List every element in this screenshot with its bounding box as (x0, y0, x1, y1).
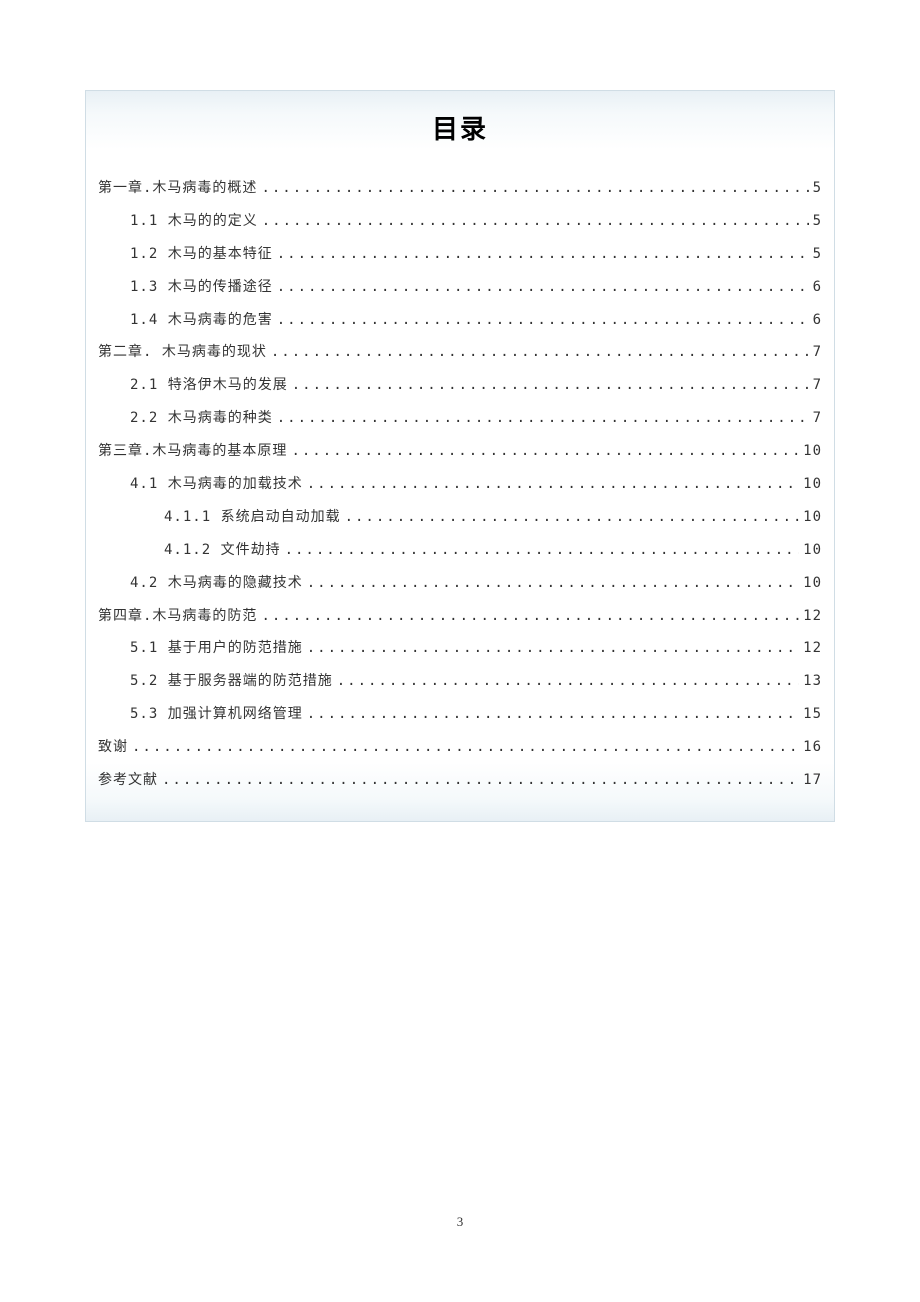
toc-entry-label: 2.2 木马病毒的种类 (130, 402, 273, 435)
toc-entry-page: 13 (803, 665, 822, 698)
toc-dots (277, 271, 809, 304)
toc-dots (132, 731, 799, 764)
toc-dots (277, 238, 809, 271)
toc-dots (291, 435, 799, 468)
toc-entry-label: 4.1.1 系统启动自动加载 (164, 501, 341, 534)
toc-entry: 参考文献 17 (86, 764, 834, 797)
toc-dots (307, 632, 799, 665)
toc-container: 目录 第一章.木马病毒的概述51.1 木马的的定义51.2 木马的基本特征51.… (85, 90, 835, 822)
toc-entry: 5.1 基于用户的防范措施 12 (86, 632, 834, 665)
toc-entry-label: 4.1.2 文件劫持 (164, 534, 281, 567)
toc-entry: 第二章. 木马病毒的现状 7 (86, 336, 834, 369)
toc-entry-label: 1.3 木马的传播途径 (130, 271, 273, 304)
toc-entry-label: 1.2 木马的基本特征 (130, 238, 273, 271)
page-number: 3 (0, 1214, 920, 1230)
toc-entry: 4.1.2 文件劫持 10 (86, 534, 834, 567)
toc-dots (307, 698, 799, 731)
toc-entry: 2.1 特洛伊木马的发展 7 (86, 369, 834, 402)
toc-entry-label: 1.1 木马的的定义 (130, 205, 258, 238)
toc-entry-label: 5.2 基于服务器端的防范措施 (130, 665, 333, 698)
toc-entry-label: 5.1 基于用户的防范措施 (130, 632, 303, 665)
toc-dots (292, 369, 809, 402)
toc-entry-label: 第四章.木马病毒的防范 (98, 600, 257, 633)
toc-entry-page: 5 (813, 238, 822, 271)
toc-entry-label: 致谢 (98, 731, 128, 764)
toc-entry-label: 参考文献 (98, 764, 158, 797)
toc-entry-page: 7 (813, 402, 822, 435)
toc-entry-page: 7 (813, 336, 822, 369)
toc-dots (277, 304, 809, 337)
toc-entry: 第四章.木马病毒的防范 12 (86, 600, 834, 633)
toc-dots (261, 172, 808, 205)
toc-entry-page: 10 (803, 468, 822, 501)
toc-list: 第一章.木马病毒的概述51.1 木马的的定义51.2 木马的基本特征51.3 木… (86, 172, 834, 797)
toc-entry-page: 17 (803, 764, 822, 797)
toc-dots (277, 402, 809, 435)
toc-entry-page: 10 (803, 435, 822, 468)
toc-entry-label: 2.1 特洛伊木马的发展 (130, 369, 288, 402)
toc-entry-label: 第三章.木马病毒的基本原理 (98, 435, 287, 468)
toc-entry: 2.2 木马病毒的种类 7 (86, 402, 834, 435)
toc-entry-label: 5.3 加强计算机网络管理 (130, 698, 303, 731)
toc-entry-page: 6 (813, 271, 822, 304)
toc-entry: 4.1 木马病毒的加载技术 10 (86, 468, 834, 501)
toc-entry-page: 5 (813, 172, 822, 205)
toc-entry: 5.2 基于服务器端的防范措施 13 (86, 665, 834, 698)
toc-entry-page: 12 (803, 632, 822, 665)
toc-entry: 1.1 木马的的定义 5 (86, 205, 834, 238)
document-page: 目录 第一章.木马病毒的概述51.1 木马的的定义51.2 木马的基本特征51.… (0, 0, 920, 822)
toc-entry: 1.2 木马的基本特征 5 (86, 238, 834, 271)
toc-entry-label: 1.4 木马病毒的危害 (130, 304, 273, 337)
toc-dots (162, 764, 799, 797)
toc-entry: 1.4 木马病毒的危害 6 (86, 304, 834, 337)
toc-entry: 致谢 16 (86, 731, 834, 764)
toc-dots (307, 567, 799, 600)
toc-dots (337, 665, 799, 698)
toc-entry-label: 4.1 木马病毒的加载技术 (130, 468, 303, 501)
toc-entry-label: 4.2 木马病毒的隐藏技术 (130, 567, 303, 600)
toc-entry-page: 10 (803, 534, 822, 567)
toc-dots (345, 501, 800, 534)
toc-entry: 5.3 加强计算机网络管理 15 (86, 698, 834, 731)
toc-entry-page: 7 (813, 369, 822, 402)
toc-entry-page: 5 (813, 205, 822, 238)
toc-dots (262, 205, 809, 238)
toc-entry-page: 15 (803, 698, 822, 731)
toc-entry-page: 16 (803, 731, 822, 764)
toc-entry-page: 12 (803, 600, 822, 633)
toc-title: 目录 (86, 109, 834, 146)
toc-entry-label: 第一章.木马病毒的概述 (98, 172, 257, 205)
toc-dots (261, 600, 799, 633)
toc-entry: 4.2 木马病毒的隐藏技术 10 (86, 567, 834, 600)
toc-entry: 4.1.1 系统启动自动加载 10 (86, 501, 834, 534)
toc-entry-page: 10 (803, 567, 822, 600)
toc-entry: 第三章.木马病毒的基本原理 10 (86, 435, 834, 468)
toc-entry-page: 10 (803, 501, 822, 534)
toc-dots (285, 534, 800, 567)
toc-entry: 1.3 木马的传播途径 6 (86, 271, 834, 304)
toc-entry-page: 6 (813, 304, 822, 337)
toc-entry-label: 第二章. 木马病毒的现状 (98, 336, 267, 369)
toc-dots (307, 468, 799, 501)
toc-entry: 第一章.木马病毒的概述 5 (86, 172, 834, 205)
toc-dots (271, 336, 809, 369)
